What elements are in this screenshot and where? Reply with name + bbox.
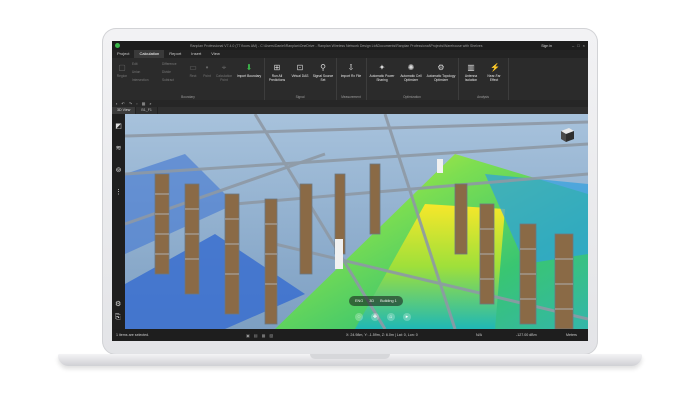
window-title: Ranplan Professional V7.4.0 (77 floors A…	[190, 43, 483, 48]
title-bar: Ranplan Professional V7.4.0 (77 floors A…	[112, 41, 588, 50]
export-icon[interactable]: ⎘	[115, 314, 121, 322]
near-far-icon: ⚡	[490, 63, 500, 72]
ortho-icon[interactable]: ▤	[254, 333, 258, 338]
import-boundary-button[interactable]: ⬇ Import Boundary	[236, 63, 262, 79]
edit-button[interactable]: Edit	[132, 62, 138, 66]
maximize-icon[interactable]: □	[577, 43, 579, 48]
hud-floor[interactable]: ENG	[355, 299, 363, 303]
hud-level[interactable]: 3D	[369, 299, 374, 303]
navigation-cube-icon[interactable]	[558, 126, 576, 144]
intersection-button[interactable]: Intersection	[132, 78, 148, 82]
rect-icon: ▭	[189, 63, 197, 72]
group-label-optimization: Optimization	[403, 95, 421, 99]
antenna-icon[interactable]: ⊚	[116, 166, 122, 174]
save-icon[interactable]: ▪	[116, 101, 117, 106]
union-button[interactable]: Union	[132, 70, 140, 74]
3d-viewport[interactable]: ENG 3D Building 1 ◌ ✥ ⌂ ▸	[125, 114, 588, 329]
print-icon[interactable]: ▫	[136, 101, 137, 106]
rect-button[interactable]: ▭ Rect	[186, 63, 200, 79]
layers-icon[interactable]: ≋	[116, 144, 122, 152]
zoom-icon[interactable]: ⌕	[149, 101, 151, 106]
automatic-power-sharing-button[interactable]: ✦ Automatic Power Sharing	[368, 63, 396, 83]
virtual-das-icon: ⊡	[296, 63, 304, 72]
redo-icon[interactable]: ↷	[129, 101, 132, 106]
subtract-button[interactable]: Subtract	[162, 78, 174, 82]
import-boundary-icon: ⬇	[245, 63, 253, 72]
play-icon[interactable]: ▸	[403, 313, 411, 321]
units-selector[interactable]: Meters	[566, 333, 586, 337]
group-label-measurement: Measurement	[341, 95, 361, 99]
import-rx-icon: ⇩	[347, 63, 355, 72]
power-sharing-icon: ✦	[378, 63, 386, 72]
floor-hud: ENG 3D Building 1	[349, 296, 403, 306]
difference-button[interactable]: Difference	[162, 62, 176, 66]
status-bar: 1 items are selected. ▣ ▤ ▦ ▧ X: 24.98m,…	[112, 329, 588, 341]
topology-optimizer-icon: ⚙	[437, 63, 445, 72]
signal-source-icon: ⚲	[320, 63, 326, 72]
tab-insert[interactable]: Insert	[186, 50, 206, 58]
group-label-boundary: Boundary	[181, 95, 195, 99]
hud-building[interactable]: Building 1	[380, 299, 397, 303]
settings-icon[interactable]: ⚙	[115, 300, 121, 308]
import-rx-file-button[interactable]: ⇩ Import Rx File	[340, 63, 362, 79]
undo-icon[interactable]: ↶	[121, 101, 124, 106]
group-label-analysis: Analysis	[477, 95, 489, 99]
region-button[interactable]: ▢ Region	[114, 63, 130, 79]
tab-floor[interactable]: B1_F1	[136, 107, 158, 114]
viewport-controls: ◌ ✥ ⌂ ▸	[355, 313, 411, 321]
tab-project[interactable]: Project	[112, 50, 134, 58]
tab-report[interactable]: Report	[164, 50, 186, 58]
selection-status: 1 items are selected.	[116, 333, 150, 337]
group-label-signal: Signal	[295, 95, 305, 99]
run-predictions-icon: ⊞	[273, 63, 281, 72]
point-icon: •	[205, 63, 209, 72]
measure-icon[interactable]: ▧	[269, 333, 273, 338]
antenna-isolation-icon: ▥	[467, 63, 475, 72]
laptop-notch	[310, 354, 390, 359]
close-icon[interactable]: ×	[583, 43, 585, 48]
ribbon-group-analysis: ▥ Antenna Isolation ⚡ Near-Far Effect An…	[458, 58, 509, 100]
minimize-icon[interactable]: –	[572, 43, 574, 48]
home-icon[interactable]: ⌂	[387, 313, 395, 321]
quick-access-toolbar: ▪ ↶ ↷ ▫ ▦ ⌕	[112, 100, 588, 107]
ribbon-group-boundary: ▢ Region Edit Union Intersection Differe…	[112, 58, 265, 100]
menu-bar: Project Calculation Report Insert View	[112, 49, 588, 59]
tab-3d-view[interactable]: 3D View	[112, 107, 137, 114]
orbit-icon[interactable]: ◌	[355, 313, 363, 321]
signal-value: N/A	[476, 333, 482, 337]
virtual-das-button[interactable]: ⊡ Virtual DAS	[289, 63, 311, 79]
status-tools: ▣ ▤ ▦ ▧	[246, 333, 346, 338]
antenna-isolation-button[interactable]: ▥ Antenna Isolation	[460, 63, 482, 83]
ribbon-group-signal: ⊞ Run All Predictions ⊡ Virtual DAS ⚲ Si…	[264, 58, 337, 100]
tab-view[interactable]: View	[206, 50, 225, 58]
cell-optimizer-icon: ✺	[407, 63, 415, 72]
cube-icon[interactable]: ◩	[115, 122, 122, 130]
sign-in-link[interactable]: Sign in	[541, 44, 552, 48]
ribbon-group-measurement: ⇩ Import Rx File Measurement	[336, 58, 367, 100]
ribbon: ▢ Region Edit Union Intersection Differe…	[112, 58, 588, 101]
region-icon: ▢	[118, 63, 126, 72]
cursor-coordinates: X: 24.98m, Y: -1.59m, Z: 6.0m | Lat: 0, …	[346, 333, 418, 337]
pan-icon[interactable]: ✥	[371, 313, 379, 321]
left-toolbar: ◩ ≋ ⊚ ⋮ ⚙ ⎘	[112, 114, 125, 337]
automatic-topology-optimizer-button[interactable]: ⚙ Automatic Topology Optimizer	[426, 63, 456, 83]
wifi-icon[interactable]: ⋮	[115, 188, 122, 196]
grid-snap-icon[interactable]: ▦	[262, 333, 266, 338]
snap-icon[interactable]: ▣	[246, 333, 250, 338]
point-button[interactable]: • Point	[200, 63, 214, 79]
run-all-predictions-button[interactable]: ⊞ Run All Predictions	[266, 63, 288, 83]
calculation-point-button[interactable]: ⌖ Calculation Point	[214, 63, 234, 83]
grid-icon[interactable]: ▦	[142, 101, 146, 106]
automatic-cell-optimizer-button[interactable]: ✺ Automatic Cell Optimizer	[397, 63, 425, 83]
ribbon-group-optimization: ✦ Automatic Power Sharing ✺ Automatic Ce…	[366, 58, 459, 100]
calc-point-icon: ⌖	[221, 63, 227, 72]
app-logo-icon	[115, 43, 120, 48]
view-tabs: 3D View B1_F1	[112, 107, 588, 114]
app-screen: Ranplan Professional V7.4.0 (77 floors A…	[112, 41, 588, 341]
signal-dbm: -127.00 dBm	[516, 333, 537, 337]
near-far-effect-button[interactable]: ⚡ Near-Far Effect	[483, 63, 505, 83]
divide-button[interactable]: Divide	[162, 70, 171, 74]
signal-source-set-button[interactable]: ⚲ Signal Source Set	[312, 63, 334, 83]
